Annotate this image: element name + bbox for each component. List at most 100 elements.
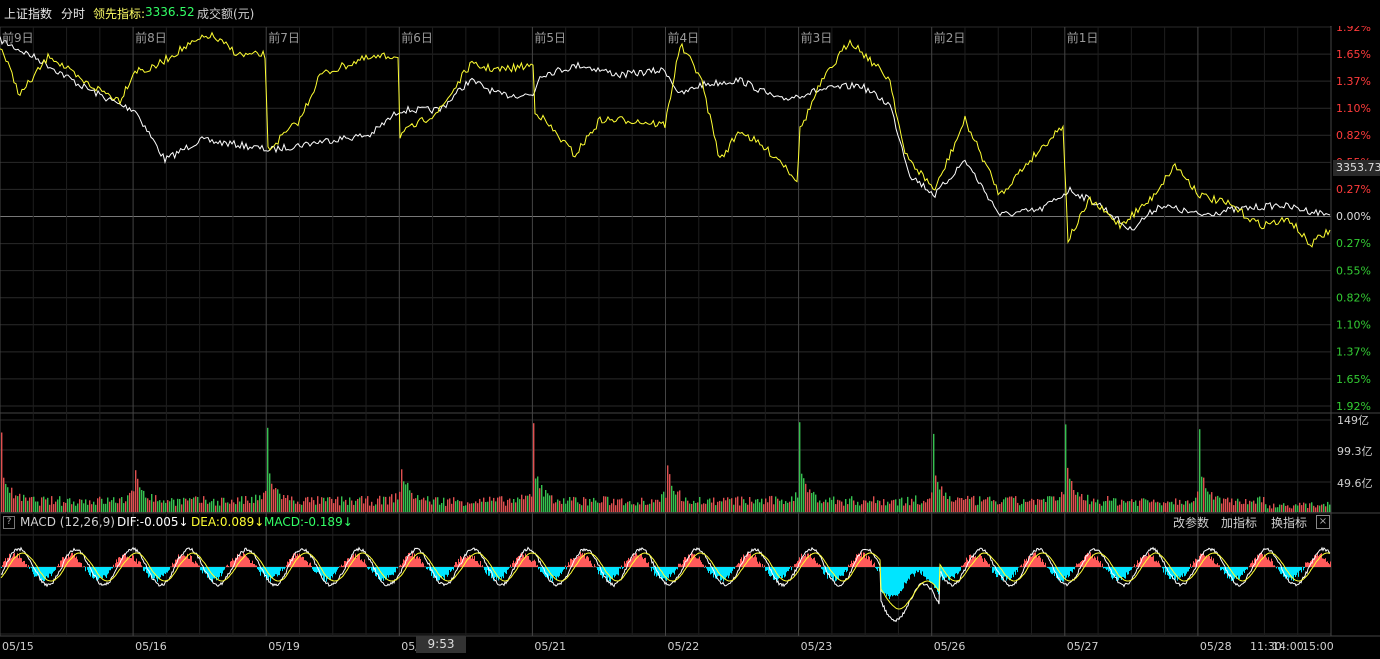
volume-bar	[917, 504, 919, 512]
index-name[interactable]: 上证指数	[4, 5, 52, 22]
volume-bar	[877, 500, 879, 512]
volume-bar	[61, 505, 63, 512]
macd-histogram-bar	[367, 567, 368, 569]
volume-bar	[271, 483, 273, 512]
volume-bar	[861, 504, 863, 512]
volume-bar	[641, 497, 643, 512]
volume-bar	[385, 496, 387, 512]
tab-timeshare[interactable]: 分时	[61, 5, 85, 22]
macd-histogram-bar	[472, 556, 473, 567]
chart-stage[interactable]: 前9日 前8日 前7日 前6日 前5日 前4日 前3日 前2日 前1日1.92%1.65%1.3…	[0, 0, 1380, 659]
volume-bar	[541, 485, 543, 512]
macd-histogram-bar	[609, 567, 610, 582]
volume-bar	[261, 499, 263, 512]
macd-histogram-bar	[52, 567, 53, 574]
macd-histogram-bar	[838, 567, 839, 580]
volume-bar	[725, 500, 727, 512]
macd-histogram-bar	[898, 567, 899, 595]
macd-histogram-bar	[1089, 554, 1090, 567]
macd-histogram-bar	[992, 567, 993, 573]
close-icon[interactable]: ×	[1316, 515, 1330, 529]
volume-bar	[359, 497, 361, 512]
macd-histogram-bar	[1106, 567, 1107, 571]
macd-histogram-bar	[386, 567, 387, 580]
macd-histogram-bar	[411, 555, 412, 567]
macd-histogram-bar	[865, 558, 866, 567]
volume-bar	[889, 503, 891, 512]
macd-histogram-bar	[443, 567, 444, 578]
macd-histogram-bar	[72, 552, 73, 567]
macd-histogram-bar	[1327, 561, 1328, 567]
volume-bar	[513, 499, 515, 512]
volume-bar	[21, 501, 23, 512]
macd-histogram-bar	[932, 567, 933, 583]
macd-histogram-bar	[1213, 558, 1214, 567]
macd-histogram-bar	[636, 553, 637, 567]
macd-histogram-bar	[985, 559, 986, 567]
macd-histogram-bar	[766, 567, 767, 571]
volume-bar	[957, 497, 959, 512]
macd-histogram-bar	[480, 561, 481, 567]
macd-histogram-bar	[950, 567, 951, 578]
macd-histogram-bar	[1207, 556, 1208, 567]
volume-bar	[31, 497, 33, 512]
macd-histogram-bar	[619, 567, 620, 569]
volume-bar	[279, 493, 281, 512]
macd-histogram-bar	[332, 567, 333, 578]
macd-histogram-bar	[224, 567, 225, 570]
macd-histogram-bar	[18, 558, 19, 567]
volume-bar	[571, 500, 573, 512]
volume-bar	[975, 505, 977, 512]
macd-histogram-bar	[1159, 563, 1160, 567]
macd-histogram-bar	[1131, 567, 1132, 570]
volume-bar	[135, 470, 137, 512]
macd-histogram-bar	[610, 567, 611, 582]
volume-bar	[123, 503, 125, 512]
macd-histogram-bar	[669, 567, 670, 575]
macd-histogram-bar	[445, 567, 446, 575]
help-icon[interactable]: ?	[3, 516, 15, 529]
volume-bar	[843, 505, 845, 512]
macd-histogram-bar	[478, 563, 479, 567]
macd-histogram-bar	[737, 564, 738, 567]
volume-bar	[1225, 499, 1227, 512]
macd-histogram-bar	[899, 567, 900, 594]
price-axis-zero: 0.00%	[1336, 210, 1371, 223]
switch-indicator-button[interactable]: 换指标	[1271, 514, 1307, 531]
macd-histogram-bar	[1210, 558, 1211, 567]
macd-histogram-bar	[133, 555, 134, 567]
macd-histogram-bar	[537, 564, 538, 567]
volume-bar	[573, 496, 575, 512]
macd-histogram-bar	[536, 565, 537, 567]
macd-histogram-bar	[622, 567, 623, 570]
macd-histogram-bar	[1076, 563, 1077, 567]
macd-histogram-bar	[29, 567, 30, 569]
volume-bar	[393, 502, 395, 512]
volume-bar	[1045, 502, 1047, 512]
macd-histogram-bar	[1016, 567, 1017, 570]
volume-bar	[115, 502, 117, 512]
volume-bar	[735, 497, 737, 512]
macd-histogram-bar	[1277, 566, 1278, 567]
volume-bar	[629, 501, 631, 512]
change-params-button[interactable]: 改参数	[1173, 514, 1209, 531]
volume-bar	[591, 501, 593, 512]
add-indicator-button[interactable]: 加指标	[1221, 514, 1257, 531]
macd-histogram-bar	[616, 567, 617, 575]
macd-histogram-bar	[926, 567, 927, 580]
macd-histogram-bar	[501, 567, 502, 579]
volume-bar	[111, 500, 113, 512]
volume-bar	[1307, 508, 1309, 512]
macd-histogram-bar	[1269, 560, 1270, 567]
volume-bar	[523, 499, 525, 512]
macd-histogram-bar	[153, 567, 154, 581]
macd-histogram-bar	[592, 566, 593, 567]
volume-bar	[1157, 501, 1159, 512]
macd-histogram-bar	[46, 567, 47, 577]
volume-bar	[715, 505, 717, 512]
volume-bar	[859, 505, 861, 512]
volume-bar	[157, 501, 159, 512]
volume-bar	[1205, 488, 1207, 512]
volume-bar	[871, 501, 873, 512]
macd-histogram-bar	[446, 567, 447, 575]
